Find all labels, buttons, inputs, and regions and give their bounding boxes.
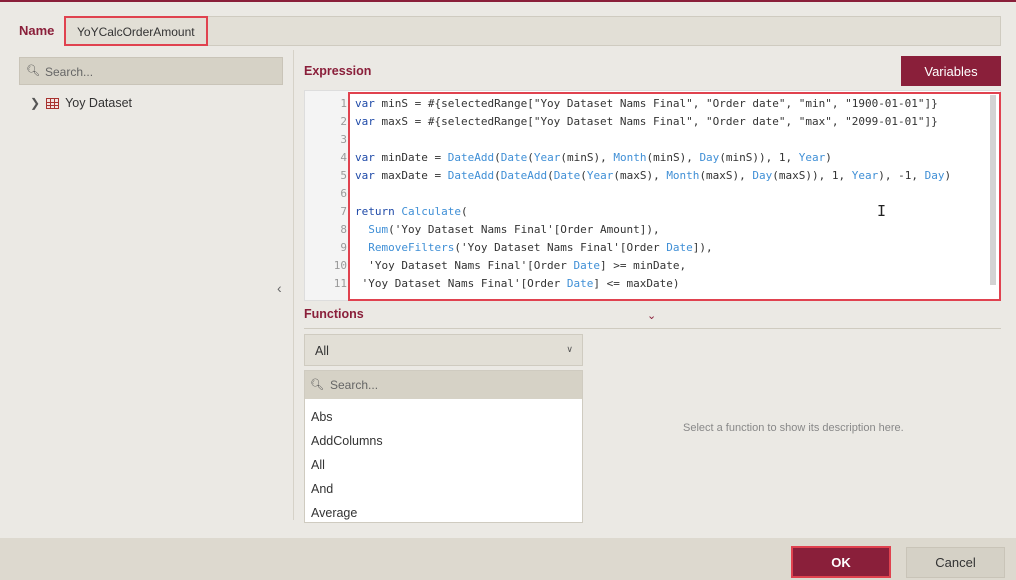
code-text: Sum('Yoy Dataset Nams Final'[Order Amoun… [368,223,660,236]
line-number: 3 [340,133,347,146]
function-description: Select a function to show its descriptio… [683,422,904,434]
dialog-top-border [0,0,1016,2]
search-icon: 🔍︎ [310,379,324,391]
data-source-search[interactable]: 🔍︎ Search... [19,57,283,85]
line-number: 2 [340,115,347,128]
variables-button[interactable]: Variables [901,56,1001,86]
line-number: 11 [333,277,347,290]
function-item[interactable]: AddColumns [311,434,383,448]
cancel-button[interactable]: Cancel [906,547,1005,578]
code-text: 'Yoy Dataset Nams Final'[Order Date] >= … [355,259,687,272]
code-text: var maxDate = DateAdd(DateAdd(Date(Year(… [355,169,952,182]
name-label: Name [19,23,55,38]
function-search[interactable]: 🔍︎ Search... [305,371,582,399]
code-line[interactable]: 3 [305,131,1000,149]
function-category-select[interactable]: All ∨ [304,334,583,366]
function-category-value: All [315,344,329,358]
code-line[interactable]: 4 var minDate = DateAdd(Date(Year(minS), … [305,149,1000,167]
chevron-down-icon[interactable]: ⌄ [647,309,656,322]
function-item[interactable]: Abs [311,410,333,424]
code-text: 'Yoy Dataset Nams Final'[Order Date] <= … [355,277,680,290]
data-source-search-placeholder: Search... [45,65,94,79]
expression-label: Expression [304,64,372,78]
functions-divider [304,328,1001,329]
line-number: 7 [340,205,347,218]
line-number: 5 [340,169,347,182]
tree-item-label: Yoy Dataset [65,96,133,110]
function-list[interactable]: 🔍︎ Search... Abs AddColumns All And Aver… [304,370,583,523]
panel-divider [293,50,294,520]
code-text: return Calculate( [355,205,468,218]
code-line[interactable]: 11 'Yoy Dataset Nams Final'[Order Date] … [305,275,1000,293]
line-number: 9 [340,241,347,254]
line-number: 8 [340,223,347,236]
text-cursor-icon: I [877,202,887,220]
functions-label: Functions [304,307,364,321]
dropdown-arrow-icon: ∨ [566,344,573,354]
function-search-placeholder: Search... [330,378,379,392]
line-number: 6 [340,187,347,200]
chevron-right-icon[interactable]: ❯ [30,96,40,110]
function-item[interactable]: Average [311,506,357,520]
code-text: var minS = #{selectedRange["Yoy Dataset … [355,97,938,110]
code-line[interactable]: 2 var maxS = #{selectedRange["Yoy Dataset… [305,113,1000,131]
ok-button[interactable]: OK [791,546,891,578]
code-line[interactable]: 1 var minS = #{selectedRange["Yoy Dataset… [305,95,1000,113]
code-line[interactable]: 6 [305,185,1000,203]
search-icon: 🔍︎ [26,65,40,77]
editor-scrollbar[interactable] [990,95,996,285]
line-number: 1 [340,97,347,110]
code-text: var maxS = #{selectedRange["Yoy Dataset … [355,115,938,128]
collapse-panel-icon[interactable]: ‹ [277,280,282,296]
code-text: var minDate = DateAdd(Date(Year(minS), M… [355,151,832,164]
code-line[interactable]: 7 return Calculate( [305,203,1000,221]
code-line[interactable]: 8 Sum('Yoy Dataset Nams Final'[Order Amo… [305,221,1000,239]
code-line[interactable]: 10 'Yoy Dataset Nams Final'[Order Date] … [305,257,1000,275]
function-item[interactable]: All [311,458,325,472]
name-input-value[interactable]: YoYCalcOrderAmount [64,16,208,46]
code-text: RemoveFilters('Yoy Dataset Nams Final'[O… [368,241,713,254]
function-item[interactable]: And [311,482,333,496]
code-line[interactable]: 9 RemoveFilters('Yoy Dataset Nams Final'… [305,239,1000,257]
table-icon [46,97,60,109]
tree-item-yoy-dataset[interactable]: ❯ Yoy Dataset [30,96,132,110]
expression-editor[interactable]: 1 var minS = #{selectedRange["Yoy Dataset… [304,90,1001,301]
line-number: 10 [333,259,347,272]
line-number: 4 [340,151,347,164]
code-line[interactable]: 5 var maxDate = DateAdd(DateAdd(Date(Year… [305,167,1000,185]
